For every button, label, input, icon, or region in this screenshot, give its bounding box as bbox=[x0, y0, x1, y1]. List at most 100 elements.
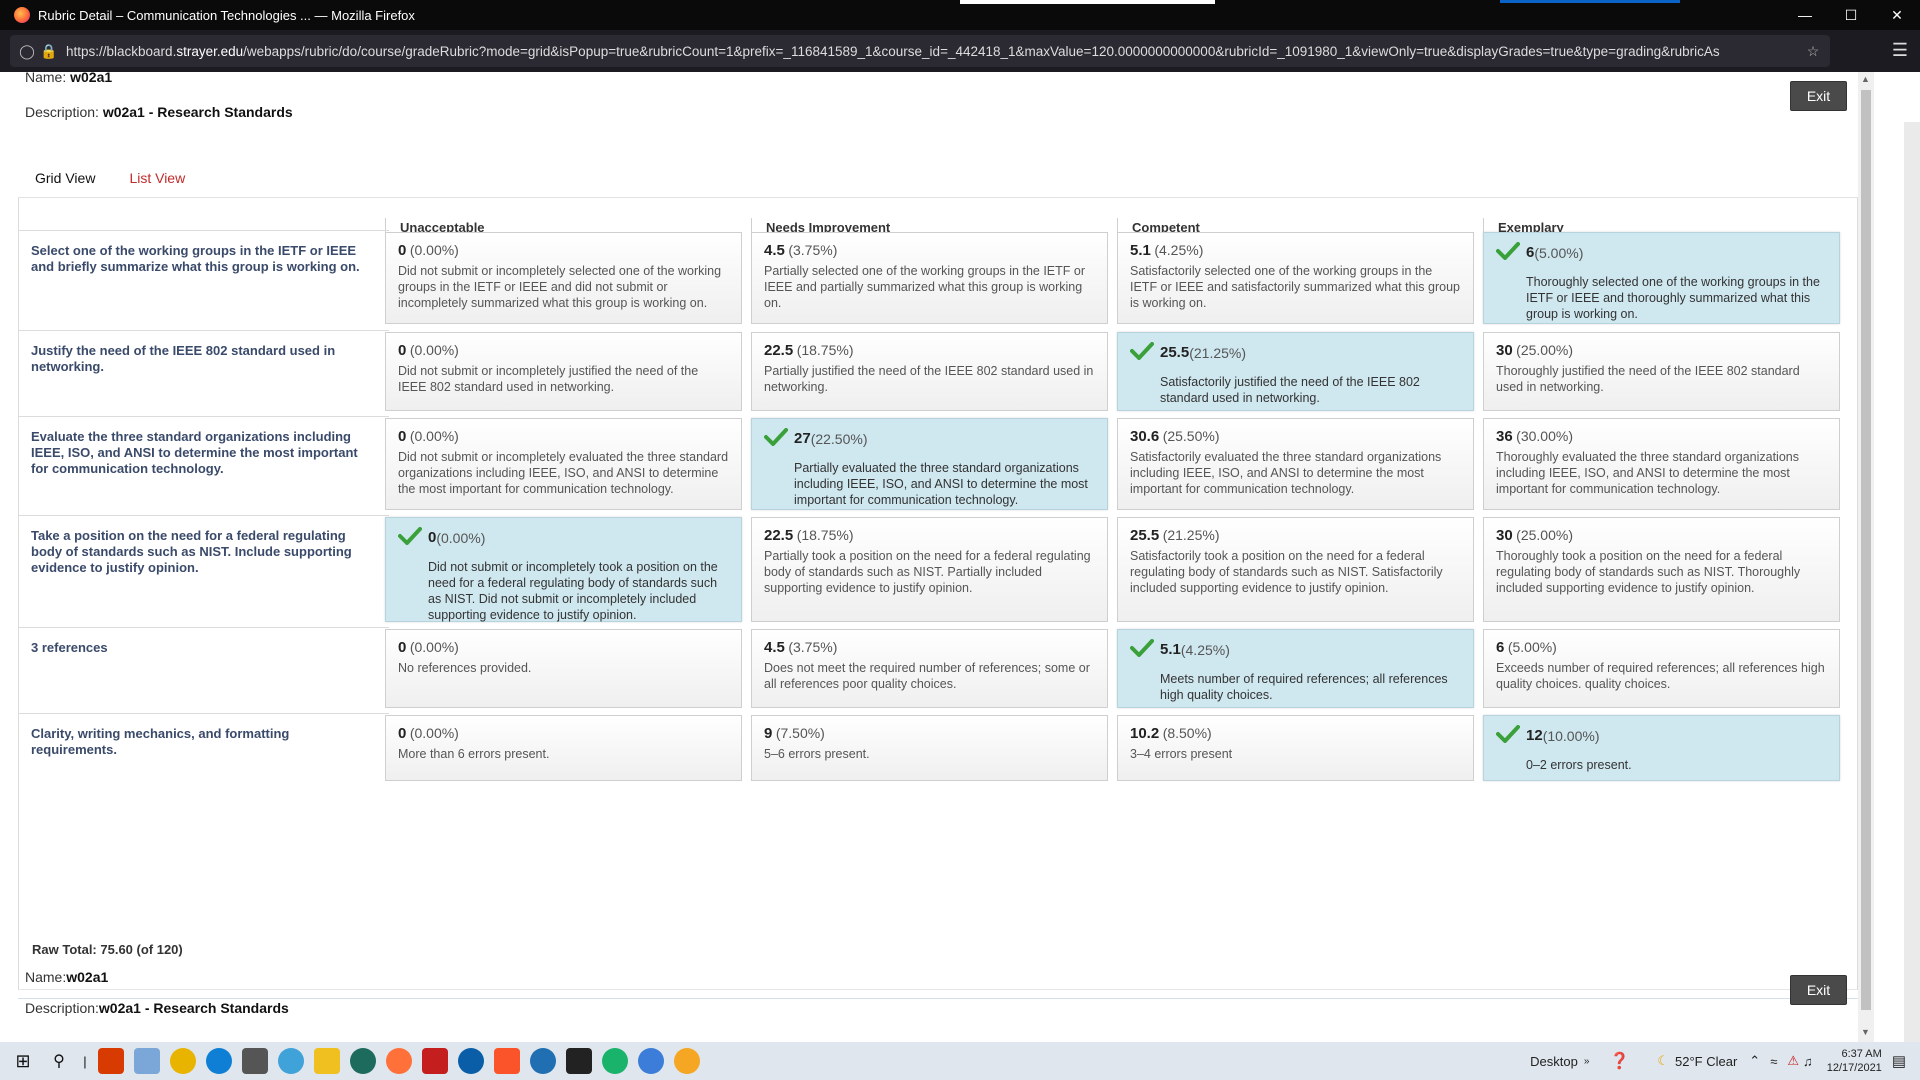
clock[interactable]: 6:37 AM 12/17/2021 bbox=[1827, 1047, 1882, 1075]
rubric-cell-selected[interactable]: 25.5 (21.25%) Satisfactorily justified th… bbox=[1117, 332, 1474, 411]
vpn-app-icon[interactable] bbox=[350, 1048, 376, 1074]
app-circle-icon[interactable] bbox=[458, 1048, 484, 1074]
globe-app-icon[interactable] bbox=[530, 1048, 556, 1074]
windows-start-icon[interactable]: ⊞ bbox=[10, 1048, 36, 1074]
chevron-right-icon[interactable]: » bbox=[1584, 1056, 1590, 1067]
rubric-cell[interactable]: 22.5 (18.75%) Partially justified the nee… bbox=[751, 332, 1108, 411]
help-icon[interactable]: ❓ bbox=[1609, 1051, 1629, 1071]
rubric-cell[interactable]: 0 (0.00%) Did not submit or incompletely … bbox=[385, 418, 742, 510]
window-title: Rubric Detail – Communication Technologi… bbox=[38, 7, 415, 23]
rubric-cell[interactable]: 5.1 (4.25%) Satisfactorily selected one o… bbox=[1117, 232, 1474, 324]
lock-icon[interactable]: 🔒 bbox=[38, 40, 60, 62]
rubric-cell[interactable]: 4.5 (3.75%) Partially selected one of the… bbox=[751, 232, 1108, 324]
rubric-cell[interactable]: 22.5 (18.75%) Partially took a position o… bbox=[751, 517, 1108, 622]
exit-button-bottom[interactable]: Exit bbox=[1790, 975, 1847, 1005]
network-alert-icon[interactable]: ⚠ bbox=[1787, 1053, 1799, 1069]
criterion-label: Clarity, writing mechanics, and formatti… bbox=[19, 713, 389, 787]
cell-score-line: 27 (22.50%) bbox=[764, 428, 1095, 450]
cell-score-line: 9 (7.50%) bbox=[764, 725, 1095, 742]
rubric-cell[interactable]: 4.5 (3.75%) Does not meet the required nu… bbox=[751, 629, 1108, 708]
rubric-cell[interactable]: 0 (0.00%) No references provided. bbox=[385, 629, 742, 708]
terminal-app-icon[interactable] bbox=[566, 1048, 592, 1074]
desktop-toolbar[interactable]: Desktop bbox=[1530, 1054, 1578, 1069]
rubric-cell[interactable]: 30 (25.00%) Thoroughly took a position on… bbox=[1483, 517, 1840, 622]
cell-score: 6 bbox=[1526, 244, 1535, 261]
weather-text[interactable]: 52°F Clear bbox=[1675, 1054, 1737, 1069]
notepad-app-icon[interactable] bbox=[134, 1048, 160, 1074]
cell-score: 25.5 bbox=[1160, 344, 1190, 361]
ie-app-icon[interactable] bbox=[278, 1048, 304, 1074]
blue-app-icon[interactable] bbox=[638, 1048, 664, 1074]
rubric-cell[interactable]: 10.2 (8.50%) 3–4 errors present bbox=[1117, 715, 1474, 781]
tab-grid-view[interactable]: Grid View bbox=[18, 160, 113, 196]
rubric-cell[interactable]: 0 (0.00%) Did not submit or incompletely … bbox=[385, 232, 742, 324]
criterion-label: Evaluate the three standard organization… bbox=[19, 416, 389, 516]
address-bar[interactable]: ◯ 🔒 https://blackboard.strayer.edu/webap… bbox=[10, 35, 1830, 67]
calculator-app-icon[interactable] bbox=[242, 1048, 268, 1074]
rubric-description: Description: w02a1 - Research Standards bbox=[25, 104, 293, 120]
edge-app-icon[interactable] bbox=[206, 1048, 232, 1074]
selected-check-icon bbox=[1130, 639, 1160, 661]
rubric-cell-selected[interactable]: 27 (22.50%) Partially evaluated the three… bbox=[751, 418, 1108, 510]
office-app-icon[interactable] bbox=[98, 1048, 124, 1074]
tray-chevron-up-icon[interactable]: ⌃ bbox=[1749, 1053, 1760, 1069]
maximize-button[interactable]: ☐ bbox=[1828, 0, 1874, 30]
cell-description: Exceeds number of required references; a… bbox=[1496, 661, 1825, 691]
volume-icon[interactable]: ♫ bbox=[1803, 1054, 1813, 1069]
rubric-cell-selected[interactable]: 6 (5.00%) Thoroughly selected one of the … bbox=[1483, 232, 1840, 324]
exit-button-top[interactable]: Exit bbox=[1790, 81, 1847, 111]
cell-score-line: 22.5 (18.75%) bbox=[764, 527, 1095, 544]
rubric-cell[interactable]: 9 (7.50%) 5–6 errors present. bbox=[751, 715, 1108, 781]
rubric-cell[interactable]: 25.5 (21.25%) Satisfactorily took a posit… bbox=[1117, 517, 1474, 622]
footer-name-label: Name: bbox=[25, 969, 67, 985]
cell-score-line: 22.5 (18.75%) bbox=[764, 342, 1095, 359]
scroll-down-arrow-icon[interactable]: ▼ bbox=[1861, 1027, 1870, 1037]
cell-description: Satisfactorily evaluated the three stand… bbox=[1130, 450, 1442, 496]
rubric-page: Name: w02a1 Description: w02a1 - Researc… bbox=[0, 72, 1858, 1042]
bookmark-star-icon[interactable]: ☆ bbox=[1802, 40, 1824, 62]
cell-percent: (21.25%) bbox=[1189, 345, 1247, 361]
rubric-cell[interactable]: 6 (5.00%) Exceeds number of required refe… bbox=[1483, 629, 1840, 708]
tab-list-view[interactable]: List View bbox=[112, 160, 202, 196]
cell-description: Did not submit or incompletely took a po… bbox=[428, 560, 718, 622]
file-explorer-icon[interactable] bbox=[314, 1048, 340, 1074]
cell-percent: (3.75%) bbox=[788, 242, 838, 258]
cell-percent: (8.50%) bbox=[1162, 725, 1212, 741]
url-text[interactable]: https://blackboard.strayer.edu/webapps/r… bbox=[60, 44, 1802, 59]
minimize-button[interactable]: — bbox=[1782, 0, 1828, 30]
cell-score-line: 0 (0.00%) bbox=[398, 639, 729, 656]
wifi-icon[interactable]: ≈ bbox=[1770, 1054, 1777, 1069]
rubric-cell[interactable]: 30.6 (25.50%) Satisfactorily evaluated th… bbox=[1117, 418, 1474, 510]
close-window-button[interactable]: ✕ bbox=[1874, 0, 1920, 30]
rubric-cell[interactable]: 30 (25.00%) Thoroughly justified the need… bbox=[1483, 332, 1840, 411]
search-icon[interactable]: ⚲ bbox=[46, 1048, 72, 1074]
rubric-cell-selected[interactable]: 0 (0.00%) Did not submit or incompletely … bbox=[385, 517, 742, 622]
notifications-icon[interactable]: ▤ bbox=[1892, 1052, 1906, 1070]
scrollbar-thumb[interactable] bbox=[1861, 90, 1871, 1010]
cell-score: 30 bbox=[1496, 527, 1513, 544]
cell-description: Thoroughly selected one of the working g… bbox=[1526, 275, 1820, 321]
hamburger-menu-icon[interactable]: ☰ bbox=[1892, 40, 1908, 61]
scroll-up-arrow-icon[interactable]: ▲ bbox=[1861, 74, 1870, 84]
rubric-cell-selected[interactable]: 12 (10.00%) 0–2 errors present. bbox=[1483, 715, 1840, 781]
chrome-app-icon[interactable] bbox=[170, 1048, 196, 1074]
green-app-icon[interactable] bbox=[602, 1048, 628, 1074]
outer-scrollbar[interactable] bbox=[1904, 122, 1920, 1042]
acrobat-app-icon[interactable] bbox=[422, 1048, 448, 1074]
criterion-label: Take a position on the need for a federa… bbox=[19, 515, 389, 628]
cell-score: 36 bbox=[1496, 428, 1513, 445]
rubric-cell[interactable]: 36 (30.00%) Thoroughly evaluated the thre… bbox=[1483, 418, 1840, 510]
rubric-cell[interactable]: 0 (0.00%) More than 6 errors present. bbox=[385, 715, 742, 781]
cell-score-line: 0 (0.00%) bbox=[398, 428, 729, 445]
rubric-cell[interactable]: 0 (0.00%) Did not submit or incompletely … bbox=[385, 332, 742, 411]
shield-icon[interactable]: ◯ bbox=[16, 40, 38, 62]
cell-score-line: 36 (30.00%) bbox=[1496, 428, 1827, 445]
firefox-taskbar-icon[interactable] bbox=[386, 1048, 412, 1074]
brave-app-icon[interactable] bbox=[494, 1048, 520, 1074]
cell-description: Thoroughly took a position on the need f… bbox=[1496, 549, 1801, 595]
page-scrollbar[interactable]: ▲ ▼ bbox=[1858, 72, 1874, 1042]
cell-score-line: 0 (0.00%) bbox=[398, 342, 729, 359]
titlebar-strip bbox=[960, 0, 1215, 4]
rubric-cell-selected[interactable]: 5.1 (4.25%) Meets number of required refe… bbox=[1117, 629, 1474, 708]
chrome-alt-app-icon[interactable] bbox=[674, 1048, 700, 1074]
